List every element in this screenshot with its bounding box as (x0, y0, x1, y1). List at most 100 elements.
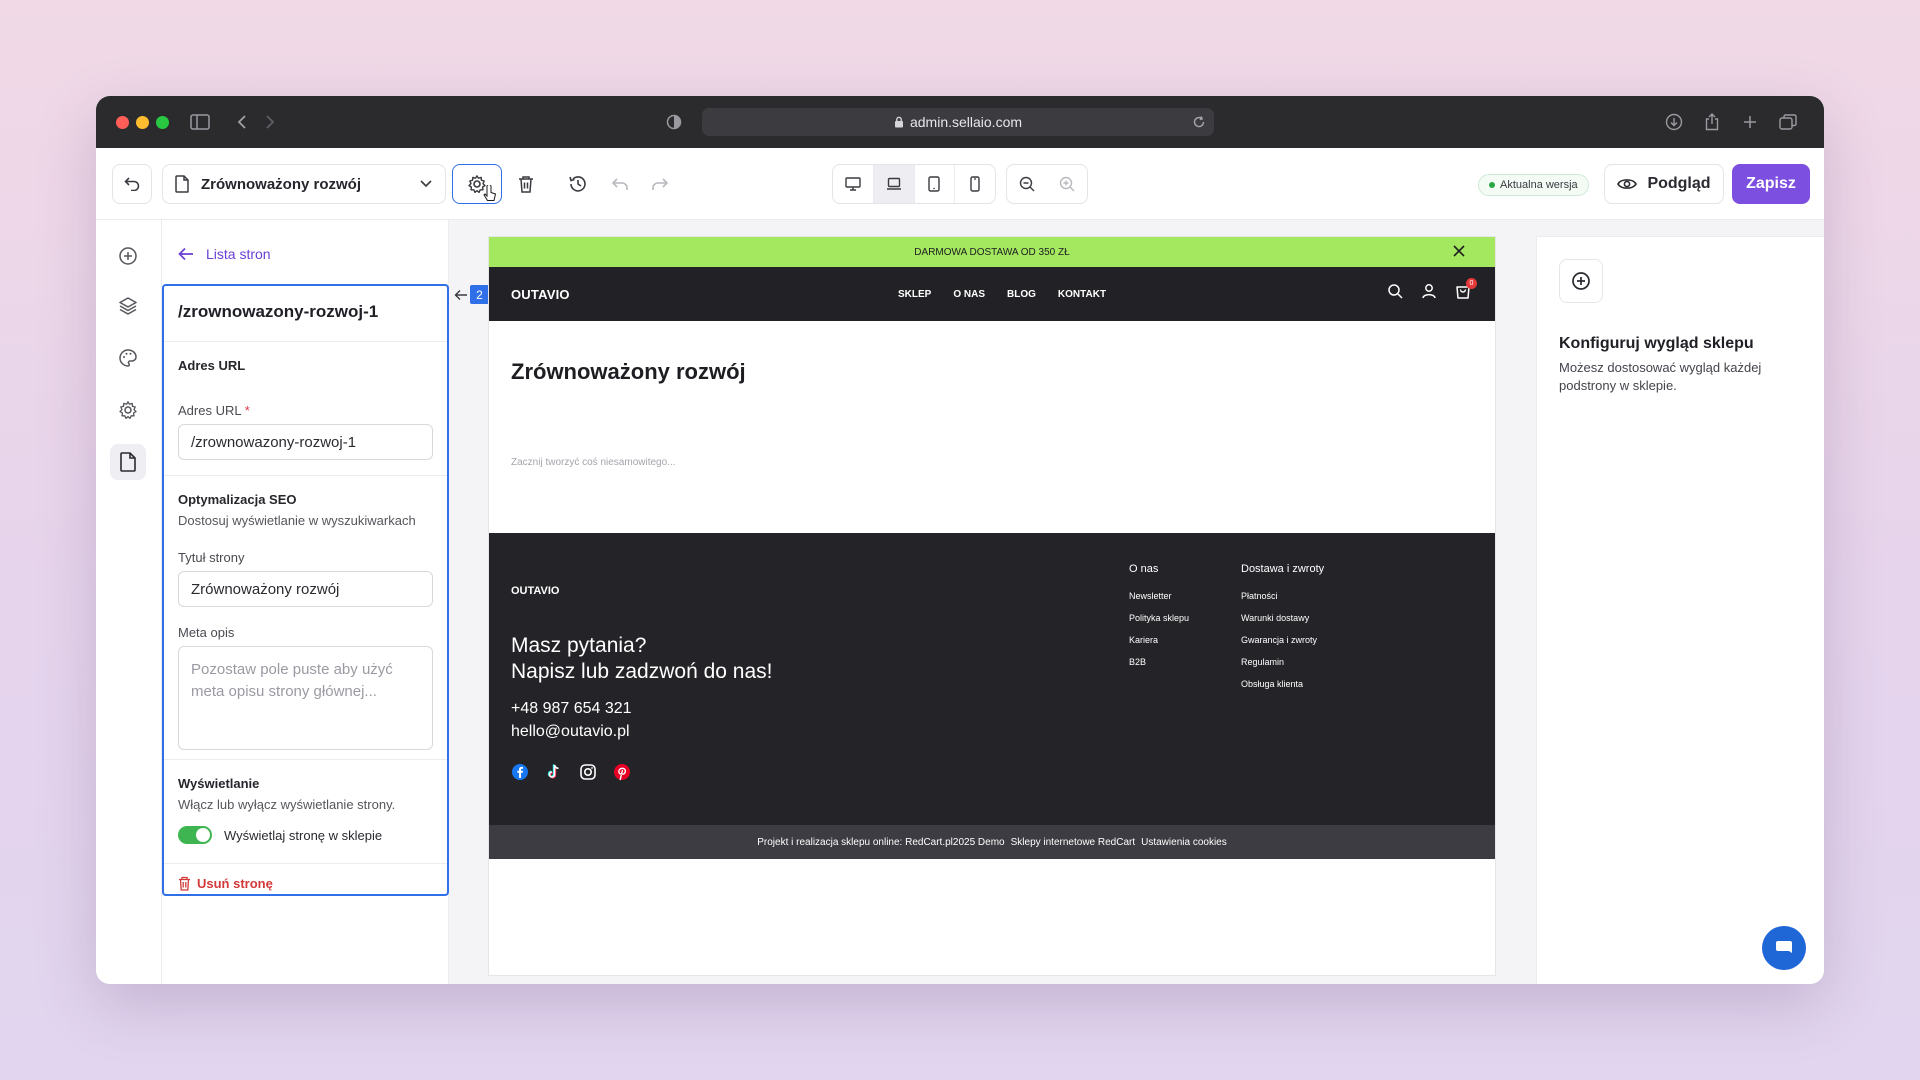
footer-question-line2: Napisz lub zadzwoń do nas! (511, 660, 773, 683)
lock-icon (894, 116, 903, 128)
back-to-pages-link[interactable]: Lista stron (178, 246, 271, 262)
pinterest-icon[interactable] (613, 763, 631, 781)
page-settings-card: /zrownowazony-rozwoj-1 Adres URL Adres U… (162, 284, 449, 896)
undo-icon (611, 178, 628, 190)
footer-redcart-link[interactable]: Sklepy internetowe RedCart (1011, 837, 1136, 848)
page-settings-button[interactable] (452, 164, 502, 204)
footer-social-icons (511, 763, 631, 781)
footer-credit: Projekt i realizacja sklepu online: RedC… (757, 836, 1005, 848)
reload-icon[interactable] (1192, 115, 1206, 129)
nav-link-sklep[interactable]: SKLEP (898, 289, 931, 300)
desktop-view-button[interactable] (833, 165, 874, 203)
privacy-shield-icon[interactable] (662, 110, 686, 134)
footer-email[interactable]: hello@outavio.pl (511, 720, 632, 743)
footer-link[interactable]: Regulamin (1241, 657, 1324, 667)
address-bar[interactable]: admin.sellaio.com (702, 108, 1214, 136)
preview-button[interactable]: Podgląd (1604, 164, 1724, 204)
delete-page-link[interactable]: Usuń stronę (164, 864, 447, 903)
browser-forward-icon[interactable] (258, 110, 282, 134)
page-selector[interactable]: Zrównoważony rozwój (162, 164, 446, 204)
browser-back-icon[interactable] (230, 110, 254, 134)
content-placeholder[interactable]: Zacznij tworzyć coś niesamowitego... (511, 457, 676, 468)
url-section-title: Adres URL (178, 358, 246, 373)
zoom-out-button[interactable] (1007, 165, 1047, 203)
layers-button[interactable] (110, 288, 146, 324)
share-icon[interactable] (1700, 110, 1724, 134)
page-preview-canvas[interactable]: DARMOWA DOSTAWA OD 350 ZŁ OUTAVIO SKLEP … (488, 236, 1496, 976)
exit-editor-button[interactable] (112, 164, 152, 204)
tab-overview-icon[interactable] (1776, 110, 1800, 134)
save-button[interactable]: Zapisz (1732, 164, 1810, 204)
user-icon[interactable] (1421, 283, 1437, 299)
search-icon[interactable] (1387, 283, 1403, 299)
mobile-view-button[interactable] (955, 165, 995, 203)
store-nav: SKLEP O NAS BLOG KONTAKT (898, 289, 1106, 300)
close-window-dot[interactable] (116, 116, 129, 129)
arrow-left-icon (454, 290, 467, 300)
tiktok-icon[interactable] (545, 763, 563, 781)
laptop-view-button[interactable] (873, 165, 915, 203)
footer-link[interactable]: Warunki dostawy (1241, 613, 1324, 623)
page-settings-panel: Lista stron /zrownowazony-rozwoj-1 Adres… (162, 220, 449, 984)
footer-phone[interactable]: +48 987 654 321 (511, 697, 632, 720)
undo-button[interactable] (602, 164, 638, 204)
store-header-icons: 0 (1387, 278, 1477, 304)
display-toggle[interactable] (178, 826, 212, 844)
url-input[interactable]: /zrownowazony-rozwoj-1 (178, 424, 433, 460)
version-status-text: Aktualna wersja (1500, 179, 1578, 191)
nav-link-o-nas[interactable]: O NAS (953, 289, 985, 300)
footer-link[interactable]: Kariera (1129, 635, 1189, 645)
close-icon[interactable] (1451, 243, 1467, 259)
trash-icon (179, 876, 190, 891)
page-title-input[interactable]: Zrównoważony rozwój (178, 571, 433, 607)
cart-button[interactable]: 0 (1455, 278, 1477, 304)
footer-link[interactable]: Gwarancja i zwroty (1241, 635, 1324, 645)
plus-circle-icon (119, 247, 137, 265)
footer-link[interactable]: Polityka sklepu (1129, 613, 1189, 623)
display-section-title: Wyświetlanie (178, 776, 260, 791)
footer-link[interactable]: Obsługa klienta (1241, 679, 1324, 689)
add-element-button[interactable] (1559, 259, 1603, 303)
theme-button[interactable] (110, 340, 146, 376)
store-header: OUTAVIO SKLEP O NAS BLOG KONTAKT 0 (489, 267, 1495, 321)
pages-button[interactable] (110, 444, 146, 480)
sidebar-toggle-icon[interactable] (188, 110, 212, 134)
trash-icon (519, 176, 533, 193)
settings-rail-button[interactable] (110, 392, 146, 428)
new-tab-icon[interactable] (1738, 110, 1762, 134)
page-file-icon (175, 175, 189, 193)
maximize-window-dot[interactable] (156, 116, 169, 129)
instagram-icon[interactable] (579, 763, 597, 781)
delete-page-button[interactable] (506, 164, 546, 204)
store-logo[interactable]: OUTAVIO (511, 287, 570, 302)
add-section-button[interactable] (110, 238, 146, 274)
minimize-window-dot[interactable] (136, 116, 149, 129)
footer-link[interactable]: B2B (1129, 657, 1189, 667)
footer-link[interactable]: Newsletter (1129, 591, 1189, 601)
facebook-icon[interactable] (511, 763, 529, 781)
footer-cookies-link[interactable]: Ustawienia cookies (1141, 837, 1227, 848)
browser-window: admin.sellaio.com Zrównoważony rozwój Ak… (96, 96, 1824, 984)
history-button[interactable] (560, 164, 596, 204)
chat-bubble-icon (1776, 941, 1792, 953)
nav-link-kontakt[interactable]: KONTAKT (1058, 289, 1106, 300)
meta-description-textarea[interactable]: Pozostaw pole puste aby użyć meta opisu … (178, 646, 433, 750)
downloads-icon[interactable] (1662, 110, 1686, 134)
chevron-down-icon (420, 180, 432, 188)
redo-button[interactable] (642, 164, 678, 204)
footer-logo: OUTAVIO (511, 585, 560, 597)
browser-chrome: admin.sellaio.com (96, 96, 1824, 148)
footer-bottom-bar: Projekt i realizacja sklepu online: RedC… (489, 825, 1495, 859)
undo-return-icon (124, 177, 140, 191)
nav-link-blog[interactable]: BLOG (1007, 289, 1036, 300)
chat-button[interactable] (1762, 926, 1806, 970)
footer-link[interactable]: Płatności (1241, 591, 1324, 601)
zoom-controls (1006, 164, 1088, 204)
back-label: Lista stron (206, 246, 271, 262)
tablet-view-button[interactable] (915, 165, 956, 203)
store-footer: OUTAVIO Masz pytania? Napisz lub zadzwoń… (489, 533, 1495, 825)
footer-column-about: O nas Newsletter Polityka sklepu Kariera… (1129, 563, 1189, 679)
redo-icon (652, 178, 669, 190)
zoom-in-button[interactable] (1047, 165, 1087, 203)
page-heading[interactable]: Zrównoważony rozwój (511, 359, 746, 385)
